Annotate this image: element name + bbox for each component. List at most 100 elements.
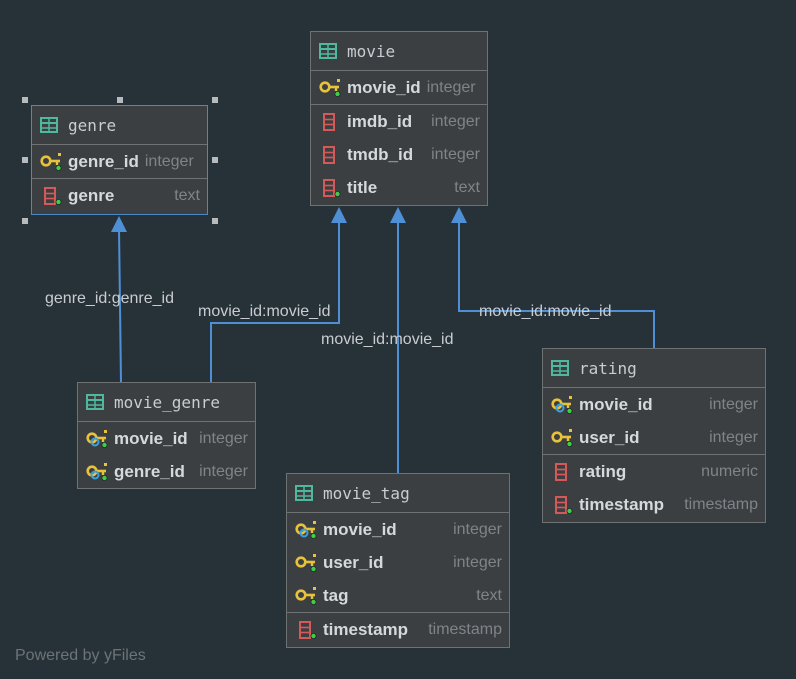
column-row[interactable]: tag text <box>287 579 509 612</box>
column-row[interactable]: tmdb_id integer <box>311 138 487 171</box>
column-name: tag <box>323 585 349 605</box>
table-name: rating <box>579 358 637 378</box>
column-row[interactable]: movie_id integer <box>287 513 509 546</box>
edge-label-genre-id: genre_id:genre_id <box>45 290 174 307</box>
table-name: movie_tag <box>323 483 410 503</box>
table-name: genre <box>68 115 117 135</box>
column-name: movie_id <box>114 428 188 448</box>
edge-label-movie-tag-movie-id: movie_id:movie_id <box>321 331 454 348</box>
column-name: user_id <box>323 552 384 572</box>
table-icon <box>551 360 569 376</box>
column-name: genre_id <box>114 461 185 481</box>
column-name: genre_id <box>68 151 139 171</box>
column-row[interactable]: movie_id integer <box>311 71 487 104</box>
column-name: user_id <box>579 427 640 447</box>
selection-handle[interactable] <box>212 157 218 163</box>
table-name: movie_genre <box>114 392 220 412</box>
column-icon <box>551 462 573 482</box>
column-type: integer <box>709 428 758 446</box>
column-name: movie_id <box>323 519 397 539</box>
selection-handle[interactable] <box>212 218 218 224</box>
column-row[interactable]: timestamp timestamp <box>287 613 509 646</box>
column-icon <box>319 145 341 165</box>
foreign-key-icon <box>551 395 573 415</box>
table-icon <box>86 394 104 410</box>
edge-label-movie-genre-movie-id: movie_id:movie_id <box>198 303 331 320</box>
table-movie-genre[interactable]: movie_genre movie_id integer genre_id intege… <box>77 382 256 489</box>
column-name: movie_id <box>347 77 421 97</box>
arrow-to-genre <box>111 216 127 232</box>
primary-key-icon <box>319 78 341 98</box>
table-header[interactable]: movie_tag <box>287 474 509 513</box>
column-name: tmdb_id <box>347 144 414 164</box>
foreign-key-icon <box>86 462 108 482</box>
column-row[interactable]: movie_id integer <box>543 388 765 421</box>
table-header[interactable]: rating <box>543 349 765 388</box>
table-name: movie <box>347 41 396 61</box>
column-row[interactable]: genre text <box>32 179 207 212</box>
column-row[interactable]: user_id integer <box>543 421 765 454</box>
table-icon <box>295 485 313 501</box>
column-row[interactable]: genre_id integer <box>78 455 255 488</box>
column-type: timestamp <box>684 495 758 513</box>
selection-handle[interactable] <box>212 97 218 103</box>
column-type: integer <box>199 462 248 480</box>
column-type: integer <box>199 429 248 447</box>
arrow-to-movie-2 <box>390 207 406 223</box>
table-icon <box>319 43 337 59</box>
powered-by-footer: Powered by yFiles <box>15 647 146 664</box>
selection-handle[interactable] <box>22 97 28 103</box>
column-row[interactable]: timestamp timestamp <box>543 488 765 521</box>
selection-handle[interactable] <box>22 218 28 224</box>
column-name: rating <box>579 461 627 481</box>
column-row[interactable]: genre_id integer <box>32 145 207 178</box>
column-icon <box>319 178 341 198</box>
column-name: imdb_id <box>347 111 413 131</box>
primary-key-icon <box>295 553 317 573</box>
column-name: timestamp <box>323 619 409 639</box>
foreign-key-icon <box>295 520 317 540</box>
primary-key-icon <box>40 152 62 172</box>
column-type: text <box>476 586 502 604</box>
table-header[interactable]: movie_genre <box>78 383 255 422</box>
column-name: genre <box>68 185 115 205</box>
column-type: integer <box>144 152 194 170</box>
table-header[interactable]: movie <box>311 32 487 71</box>
table-movie-tag[interactable]: movie_tag movie_id integer user_id integer ta… <box>286 473 510 648</box>
column-icon <box>551 495 573 515</box>
column-type: integer <box>426 78 476 96</box>
arrow-to-movie-1 <box>331 207 347 223</box>
table-icon <box>40 117 58 133</box>
column-row[interactable]: movie_id integer <box>78 422 255 455</box>
column-name: title <box>347 177 378 197</box>
column-icon <box>319 112 341 132</box>
table-movie[interactable]: movie movie_id integer imdb_id integer tmdb_i… <box>310 31 488 206</box>
column-name: timestamp <box>579 494 665 514</box>
column-icon <box>40 186 62 206</box>
column-row[interactable]: rating numeric <box>543 455 765 488</box>
edge-label-rating-movie-id: movie_id:movie_id <box>479 303 612 320</box>
column-type: timestamp <box>428 620 502 638</box>
column-row[interactable]: title text <box>311 171 487 204</box>
arrow-to-movie-3 <box>451 207 467 223</box>
foreign-key-icon <box>86 429 108 449</box>
table-header[interactable]: genre <box>32 106 207 145</box>
column-row[interactable]: user_id integer <box>287 546 509 579</box>
column-type: integer <box>709 395 758 413</box>
column-type: integer <box>453 553 502 571</box>
column-type: numeric <box>701 462 758 480</box>
column-type: text <box>454 178 480 196</box>
column-type: integer <box>431 112 480 130</box>
selection-handle[interactable] <box>22 157 28 163</box>
column-icon <box>295 620 317 640</box>
column-type: integer <box>453 520 502 538</box>
selection-handle[interactable] <box>117 97 123 103</box>
column-type: text <box>174 186 200 204</box>
column-name: movie_id <box>579 394 653 414</box>
primary-key-icon <box>551 428 573 448</box>
primary-key-icon <box>295 586 317 606</box>
column-row[interactable]: imdb_id integer <box>311 105 487 138</box>
table-genre[interactable]: genre genre_id integer genre text <box>31 105 208 215</box>
column-type: integer <box>431 145 480 163</box>
table-rating[interactable]: rating movie_id integer user_id integer ratin… <box>542 348 766 523</box>
